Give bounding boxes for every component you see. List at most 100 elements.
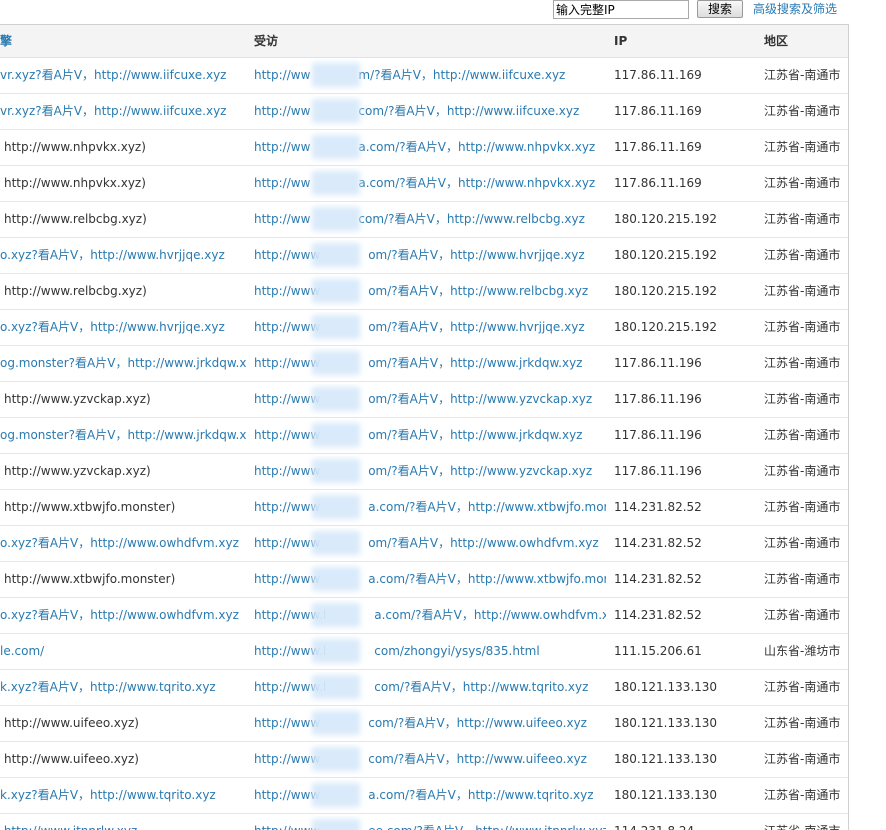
table-row: k.xyz?看A片V，http://www.tqrito.xyz http://w… [0, 777, 848, 814]
ip-cell: 180.120.215.192 [614, 284, 718, 298]
visited-url-end: m/?看A片V，http://www.iifcuxe.xyz [358, 68, 566, 82]
search-engine-cell[interactable]: ·http://www.itnnrlw.xyz [0, 813, 246, 830]
region-cell: 江苏省-南通市 [764, 716, 841, 730]
visited-page-link[interactable]: http://www om/?看A片V，http://www.hvrjjqe.xy… [254, 309, 606, 345]
search-engine-cell[interactable]: o.xyz?看A片V，http://www.owhdfvm.xyz [0, 597, 246, 633]
visited-page-link[interactable]: http://www a.com/?看A片V，http://www.xtbwjfo… [254, 561, 606, 597]
visited-url-end: om/?看A片V，http://www.relbcbg.xyz [368, 284, 589, 298]
table-row: http://www.uifeeo.xyz) http://www com/?看A片… [0, 705, 848, 742]
ip-cell: 117.86.11.196 [614, 428, 702, 442]
visited-url-end: a.com/?看A片V，http://www.tqrito.xyz [368, 788, 594, 802]
region-cell: 江苏省-南通市 [764, 68, 841, 82]
visited-url-start: http://www [254, 716, 321, 730]
redaction-blur [312, 603, 360, 627]
visited-page-link[interactable]: http://www ee.com/?看A片V，http://www.itnnrl… [254, 813, 606, 830]
search-engine-cell[interactable]: og.monster?看A片V，http://www.jrkdqw.xy [0, 417, 246, 453]
advanced-search-link[interactable]: 高级搜索及筛选 [753, 1, 837, 17]
visited-url-start: http://www [254, 356, 321, 370]
visited-page-link[interactable]: http://www.l com/?看A片V，http://www.tqrito.… [254, 669, 606, 705]
ip-cell: 117.86.11.196 [614, 392, 702, 406]
visited-url-start: http://www [254, 284, 321, 298]
region-cell: 江苏省-南通市 [764, 248, 841, 262]
table-row: vr.xyz?看A片V，http://www.iifcuxe.xyz http:/… [0, 93, 848, 130]
search-engine-cell[interactable]: k.xyz?看A片V，http://www.tqrito.xyz [0, 777, 246, 813]
search-engine-cell: http://www.xtbwjfo.monster) [4, 572, 176, 586]
table-row: http://www.yzvckap.xyz) http://www om/?看A片… [0, 381, 848, 418]
visited-page-link[interactable]: http://ww a.com/?看A片V，http://www.nhpvkx.x… [254, 129, 606, 165]
visited-url-start: http://www [254, 428, 321, 442]
search-engine-cell[interactable]: o.xyz?看A片V，http://www.hvrjjqe.xyz [0, 309, 246, 345]
redaction-blur [312, 207, 360, 231]
visited-url-start: http://www [254, 320, 321, 334]
visited-page-link[interactable]: http://www om/?看A片V，http://www.relbcbg.xy… [254, 273, 606, 309]
visited-page-link[interactable]: http://www om/?看A片V，http://www.hvrjjqe.xy… [254, 237, 606, 273]
search-button[interactable]: 搜索 [697, 0, 743, 18]
visited-url-end: com/zhongyi/ysys/835.html [374, 644, 540, 658]
visited-page-link[interactable]: http://ww a.com/?看A片V，http://www.nhpvkx.x… [254, 165, 606, 201]
redaction-blur [312, 135, 360, 159]
visited-page-link[interactable]: http://www om/?看A片V，http://www.jrkdqw.xyz [254, 345, 606, 381]
search-engine-cell[interactable]: vr.xyz?看A片V，http://www.iifcuxe.xyz [0, 93, 246, 129]
visited-url-start: http://ww [254, 212, 311, 226]
search-engine-cell[interactable]: o.xyz?看A片V，http://www.owhdfvm.xyz [0, 525, 246, 561]
region-cell: 江苏省-南通市 [764, 320, 841, 334]
ip-cell: 180.120.215.192 [614, 248, 718, 262]
table-row: k.xyz?看A片V，http://www.tqrito.xyz http://w… [0, 669, 848, 706]
visited-page-link[interactable]: http://www.l a.com/?看A片V，http://www.owhdf… [254, 597, 606, 633]
visited-url-end: com/?看A片V，http://www.uifeeo.xyz [368, 752, 587, 766]
visited-page-link[interactable]: http://ww m/?看A片V，http://www.iifcuxe.xyz [254, 57, 606, 93]
search-engine-cell[interactable]: vr.xyz?看A片V，http://www.iifcuxe.xyz [0, 57, 246, 93]
ip-cell: 114.231.82.52 [614, 572, 702, 586]
ip-cell: 117.86.11.196 [614, 464, 702, 478]
table-row: http://www.relbcbg.xyz) http://ww com/?看A片… [0, 201, 848, 238]
redaction-blur [312, 819, 360, 830]
redaction-blur [312, 423, 360, 447]
visited-page-link[interactable]: http://www com/?看A片V，http://www.uifeeo.xy… [254, 741, 606, 777]
visited-url-start: http://www [254, 824, 320, 830]
region-cell: 江苏省-南通市 [764, 284, 841, 298]
redaction-blur [312, 243, 360, 267]
ip-cell: 114.231.82.52 [614, 500, 702, 514]
visited-url-start: http://www [254, 752, 321, 766]
region-cell: 江苏省-南通市 [764, 680, 841, 694]
visited-url-end: om/?看A片V，http://www.jrkdqw.xyz [368, 356, 583, 370]
ip-search-input[interactable] [553, 0, 689, 19]
visited-url-start: http://www [254, 788, 321, 802]
ip-cell: 180.121.133.130 [614, 716, 718, 730]
search-engine-cell[interactable]: og.monster?看A片V，http://www.jrkdqw.xy [0, 345, 246, 381]
search-engine-cell: http://www.xtbwjfo.monster) [4, 500, 176, 514]
visited-url-start: http://ww [254, 68, 311, 82]
visited-page-link[interactable]: http://www om/?看A片V，http://www.owhdfvm.xy… [254, 525, 606, 561]
search-engine-cell[interactable]: le.com/ [0, 633, 246, 669]
region-cell: 江苏省-南通市 [764, 572, 841, 586]
visited-page-link[interactable]: http://www com/?看A片V，http://www.uifeeo.xy… [254, 705, 606, 741]
visited-page-link[interactable]: http://www a.com/?看A片V，http://www.xtbwjfo… [254, 489, 606, 525]
visited-page-link[interactable]: http://www om/?看A片V，http://www.yzvckap.xy… [254, 453, 606, 489]
region-cell: 江苏省-南通市 [764, 140, 841, 154]
redaction-blur [312, 279, 360, 303]
visited-url-end: a.com/?看A片V，http://www.owhdfvm.xyz [374, 608, 606, 622]
ip-cell: 117.86.11.169 [614, 176, 702, 190]
search-engine-cell[interactable]: o.xyz?看A片V，http://www.hvrjjqe.xyz [0, 237, 246, 273]
visited-page-link[interactable]: http://ww com/?看A片V，http://www.iifcuxe.xy… [254, 93, 606, 129]
search-engine-cell: http://www.relbcbg.xyz) [4, 212, 147, 226]
ip-cell: 111.15.206.61 [614, 644, 702, 658]
visited-page-link[interactable]: http://www om/?看A片V，http://www.jrkdqw.xyz [254, 417, 606, 453]
visited-page-link[interactable]: http://www a.com/?看A片V，http://www.tqrito.… [254, 777, 606, 813]
redaction-blur [312, 711, 360, 735]
visit-log-table: 擎 受访 IP 地区 vr.xyz?看A片V，http://www.iifcux… [0, 24, 849, 830]
visited-page-link[interactable]: http://www om/?看A片V，http://www.yzvckap.xy… [254, 381, 606, 417]
visited-url-end: om/?看A片V，http://www.hvrjjqe.xyz [368, 248, 585, 262]
region-cell: 江苏省-南通市 [764, 752, 841, 766]
ip-cell: 180.120.215.192 [614, 212, 718, 226]
region-cell: 江苏省-南通市 [764, 212, 841, 226]
redaction-blur [312, 639, 360, 663]
region-cell: 江苏省-南通市 [764, 608, 841, 622]
visited-url-end: a.com/?看A片V，http://www.xtbwjfo.monste [368, 572, 606, 586]
redaction-blur [312, 171, 360, 195]
visited-url-start: http://www [254, 536, 321, 550]
search-engine-cell[interactable]: k.xyz?看A片V，http://www.tqrito.xyz [0, 669, 246, 705]
visited-page-link[interactable]: http://ww com/?看A片V，http://www.relbcbg.xy… [254, 201, 606, 237]
visited-page-link[interactable]: http://www.l com/zhongyi/ysys/835.html [254, 633, 606, 669]
search-engine-cell: http://www.nhpvkx.xyz) [4, 140, 146, 154]
